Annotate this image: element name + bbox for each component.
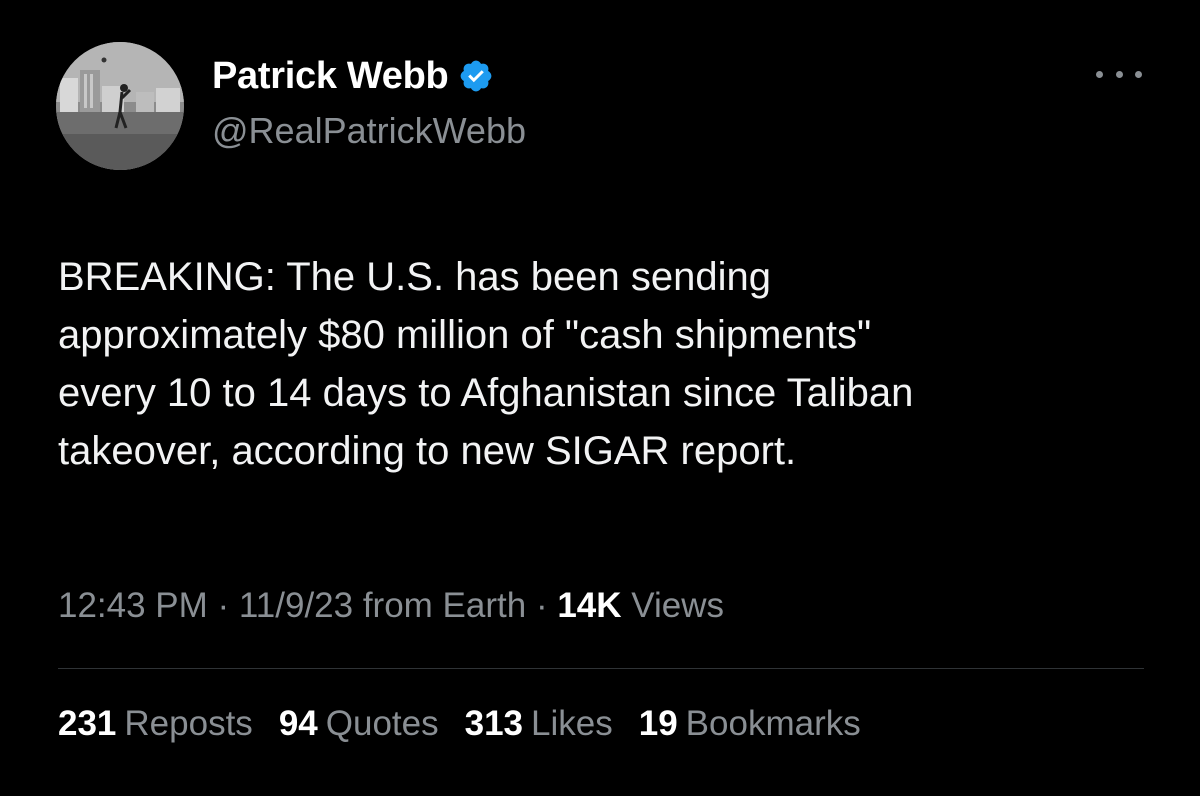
- views-count[interactable]: 14K: [557, 586, 621, 625]
- bookmarks-stat[interactable]: 19 Bookmarks: [639, 704, 861, 744]
- quotes-stat[interactable]: 94 Quotes: [279, 704, 439, 744]
- bookmarks-label: Bookmarks: [685, 704, 861, 743]
- more-dot: [1115, 70, 1123, 78]
- likes-stat[interactable]: 313 Likes: [465, 704, 613, 744]
- quotes-count: 94: [278, 704, 318, 743]
- tweet-detail: Patrick Webb @RealPatrickWebb BREAKING: …: [0, 0, 1200, 796]
- divider: [58, 668, 1144, 669]
- more-dot: [1096, 70, 1103, 78]
- tweet-date[interactable]: 11/9/23: [239, 586, 353, 625]
- meta-separator: ·: [207, 586, 239, 625]
- more-options-icon[interactable]: [1096, 64, 1142, 84]
- tweet-time[interactable]: 12:43 PM: [58, 586, 208, 625]
- tweet-text: BREAKING: The U.S. has been sending appr…: [58, 255, 914, 473]
- reposts-label: Reposts: [124, 704, 253, 743]
- avatar-photo-icon: [56, 42, 184, 170]
- likes-count: 313: [464, 704, 524, 743]
- views-label: Views: [621, 586, 725, 625]
- tweet-meta: 12:43 PM · 11/9/23 from Earth · 14K View…: [58, 586, 724, 626]
- bookmarks-count: 19: [638, 704, 678, 743]
- quotes-label: Quotes: [325, 704, 439, 743]
- engagement-stats: 231 Reposts 94 Quotes 313 Likes 19 Bookmarks: [58, 704, 887, 744]
- tweet-source: from Earth: [353, 586, 527, 625]
- verified-badge-icon[interactable]: [458, 58, 494, 94]
- likes-label: Likes: [531, 704, 613, 743]
- meta-separator: ·: [526, 586, 558, 625]
- reposts-count: 231: [58, 704, 117, 743]
- author-display-name[interactable]: Patrick Webb: [212, 55, 449, 98]
- reposts-stat[interactable]: 231 Reposts: [58, 704, 253, 744]
- author-handle[interactable]: @RealPatrickWebb: [212, 110, 526, 152]
- avatar[interactable]: [56, 42, 184, 170]
- more-dot: [1135, 70, 1142, 78]
- author-name-row: Patrick Webb: [212, 48, 494, 104]
